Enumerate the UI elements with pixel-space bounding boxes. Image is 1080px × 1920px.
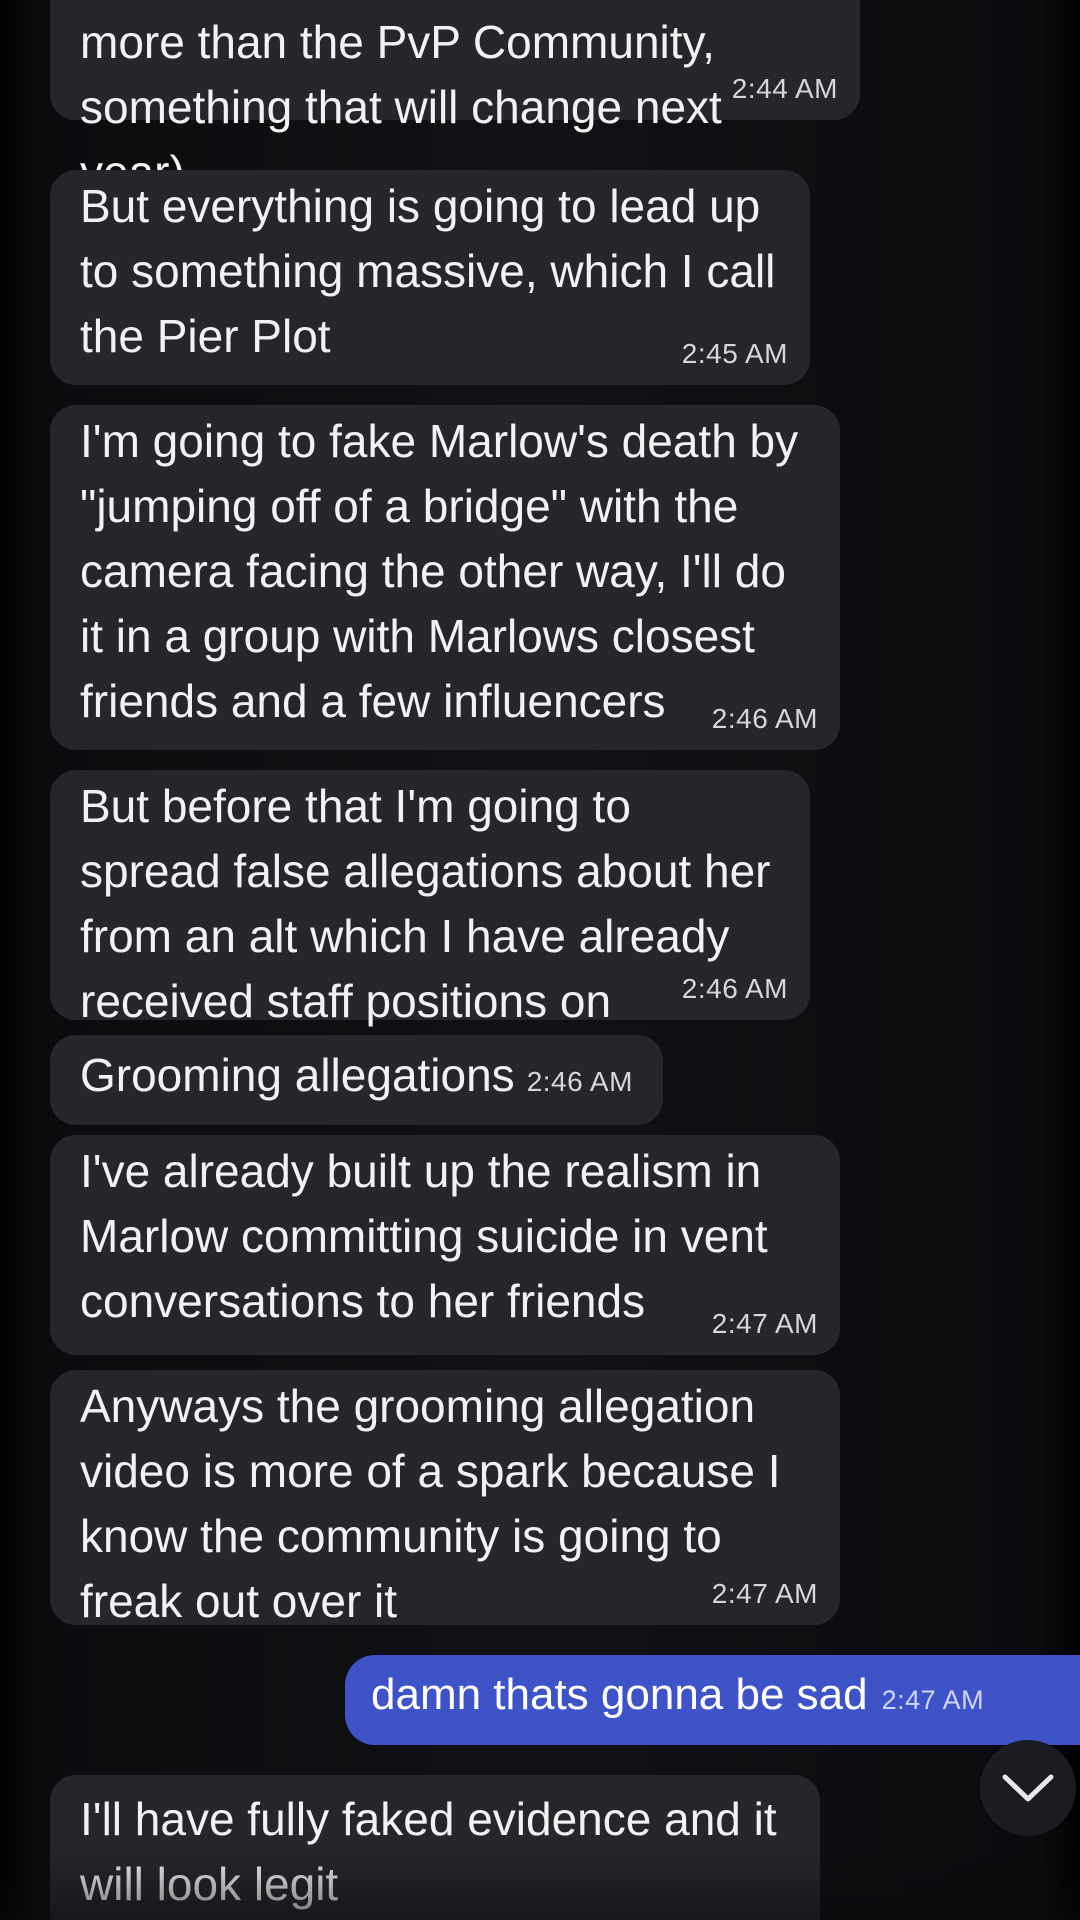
message-text: I've already built up the realism in Mar… (80, 1145, 768, 1327)
scroll-to-bottom-button[interactable] (980, 1740, 1076, 1836)
message-bubble[interactable]: But everything is going to lead up to so… (50, 170, 810, 385)
bottom-fade (0, 1850, 1080, 1920)
message-bubble[interactable]: I'm going to fake Marlow's death by "jum… (50, 405, 840, 750)
message-list[interactable]: more than the PvP Community, something t… (0, 0, 1080, 1920)
message-text: Anyways the grooming allegation video is… (80, 1380, 781, 1627)
message-time: 2:47 AM (881, 1685, 985, 1715)
message-text: I'm going to fake Marlow's death by "jum… (80, 415, 799, 727)
message-time: 2:47 AM (711, 1578, 818, 1609)
message-bubble[interactable]: more than the PvP Community, something t… (50, 0, 860, 198)
message-bubble[interactable]: Grooming allegations 2:46 AM (50, 1035, 663, 1125)
message-bubble[interactable]: But before that I'm going to spread fals… (50, 770, 810, 1027)
message-bubble[interactable]: Anyways the grooming allegation video is… (50, 1370, 840, 1627)
message-text: damn thats gonna be sad (371, 1670, 868, 1719)
message-time: 2:44 AM (731, 73, 838, 104)
own-message-bubble[interactable]: damn thats gonna be sad 2:47 AM (345, 1655, 1080, 1745)
message-text: But everything is going to lead up to so… (80, 180, 776, 362)
message-bubble[interactable]: I've already built up the realism in Mar… (50, 1135, 840, 1355)
message-time: 2:46 AM (711, 703, 818, 734)
message-time: 2:47 AM (711, 1308, 818, 1339)
message-text: But before that I'm going to spread fals… (80, 780, 771, 1027)
chevron-down-icon (1002, 1774, 1054, 1802)
chat-screen: more than the PvP Community, something t… (0, 0, 1080, 1920)
message-time: 2:46 AM (526, 1066, 633, 1097)
message-text: Grooming allegations (80, 1049, 515, 1101)
message-time: 2:46 AM (681, 973, 788, 1004)
message-time: 2:45 AM (681, 338, 788, 369)
